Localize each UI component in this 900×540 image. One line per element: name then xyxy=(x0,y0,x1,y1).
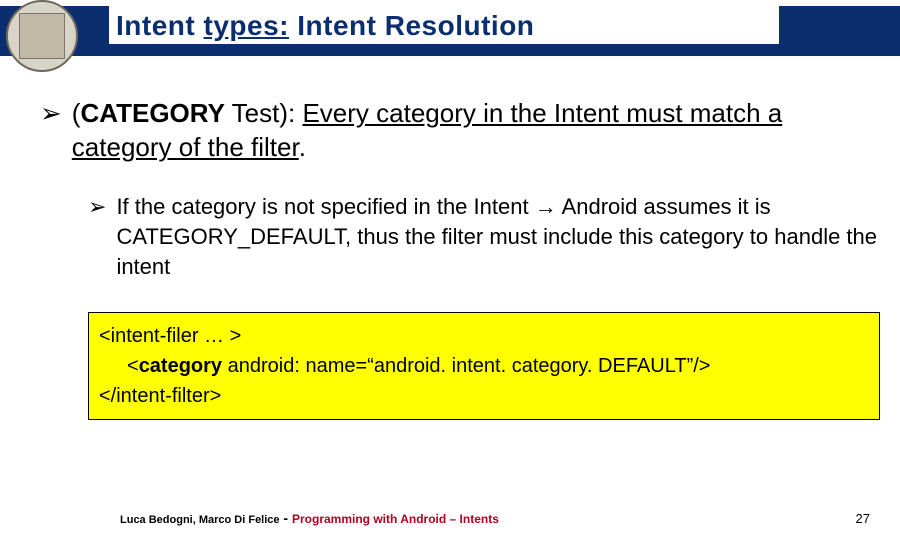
bullet-marker-icon: ➢ xyxy=(88,192,106,222)
footer: Luca Bedogni, Marco Di Felice - Programm… xyxy=(120,510,870,526)
bullet-2-text: If the category is not specified in the … xyxy=(116,192,880,282)
content-area: ➢ (CATEGORY Test): Every category in the… xyxy=(40,96,880,420)
slide-title: Intent types: Intent Resolution xyxy=(116,10,534,42)
footer-course: Programming with Android – Intents xyxy=(292,512,499,526)
category-strong: CATEGORY xyxy=(80,98,224,128)
test-rest: Test): xyxy=(225,98,303,128)
footer-dash: - xyxy=(280,510,292,526)
footer-left: Luca Bedogni, Marco Di Felice - Programm… xyxy=(120,510,499,526)
code-tag-category: category xyxy=(139,355,222,377)
title-part-2: types: xyxy=(204,10,289,41)
bullet-marker-icon: ➢ xyxy=(40,96,62,130)
title-part-1: Intent xyxy=(116,10,204,41)
code-open: < xyxy=(127,355,139,377)
page-number: 27 xyxy=(856,511,870,526)
code-line-1: <intent-filer … > xyxy=(99,321,869,351)
code-line-3: </intent-filter> xyxy=(99,381,869,411)
seal-graphic xyxy=(19,13,65,59)
b2-pre: If the category is not specified in the … xyxy=(116,194,534,219)
bullet-1-text: (CATEGORY Test): Every category in the I… xyxy=(72,96,880,164)
footer-authors: Luca Bedogni, Marco Di Felice xyxy=(120,514,280,526)
code-line-2: <category android: name=“android. intent… xyxy=(99,351,869,381)
period: . xyxy=(299,132,306,162)
bullet-default-category: ➢ If the category is not specified in th… xyxy=(88,192,880,282)
bullet-category-test: ➢ (CATEGORY Test): Every category in the… xyxy=(40,96,880,164)
arrow-icon: → xyxy=(535,194,557,219)
code-attrs: android: name=“android. intent. category… xyxy=(222,355,710,377)
code-block: <intent-filer … > <category android: nam… xyxy=(88,312,880,420)
university-seal xyxy=(6,0,78,72)
title-part-3: Intent Resolution xyxy=(289,10,534,41)
